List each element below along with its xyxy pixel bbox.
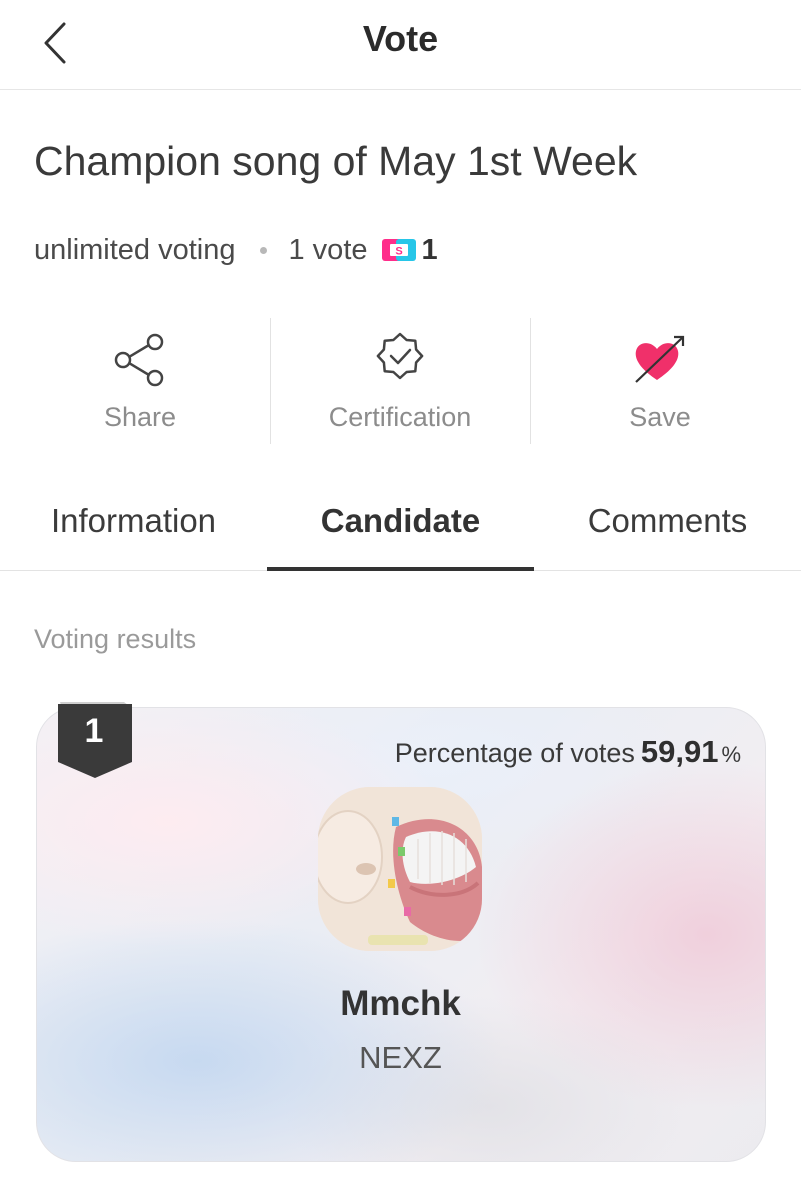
vote-title: Champion song of May 1st Week xyxy=(34,138,638,184)
vote-percentage: Percentage of votes 59,91% xyxy=(395,734,741,770)
save-button[interactable]: Save xyxy=(530,318,790,444)
percentage-unit: % xyxy=(721,742,741,767)
tab-bar: Information Candidate Comments xyxy=(0,488,801,571)
vote-meta: unlimited voting 1 vote S 1 xyxy=(34,228,438,272)
rank-number: 1 xyxy=(84,712,104,750)
coin-count: 1 xyxy=(421,233,438,266)
song-title: Mmchk xyxy=(340,984,461,1023)
tab-candidate[interactable]: Candidate xyxy=(267,488,534,571)
page-title: Vote xyxy=(362,18,439,59)
svg-text:S: S xyxy=(395,246,402,258)
tab-information[interactable]: Information xyxy=(0,488,267,570)
artist-name: NEXZ xyxy=(359,1040,442,1075)
heart-arrow-icon xyxy=(635,335,685,383)
save-label: Save xyxy=(629,402,691,432)
percentage-value: 59,91 xyxy=(640,734,719,769)
tab-comments[interactable]: Comments xyxy=(534,488,801,570)
share-label: Share xyxy=(103,402,177,432)
certification-label: Certification xyxy=(328,402,472,432)
app-header: Vote xyxy=(0,0,801,90)
share-button[interactable]: Share xyxy=(10,318,270,444)
album-cover xyxy=(318,787,482,951)
vote-cost-text: 1 vote xyxy=(288,233,368,266)
share-icon xyxy=(114,333,164,387)
voting-type-text: unlimited voting xyxy=(34,233,236,266)
separator-dot xyxy=(259,246,267,254)
album-art-image xyxy=(318,787,482,951)
voting-results-label: Voting results xyxy=(34,624,197,654)
action-bar: Share Certification Save xyxy=(10,318,790,444)
percentage-label: Percentage of votes xyxy=(394,738,635,768)
certification-badge-icon xyxy=(376,332,424,380)
certification-button[interactable]: Certification xyxy=(270,318,530,444)
star-coin-icon: S xyxy=(381,239,416,261)
